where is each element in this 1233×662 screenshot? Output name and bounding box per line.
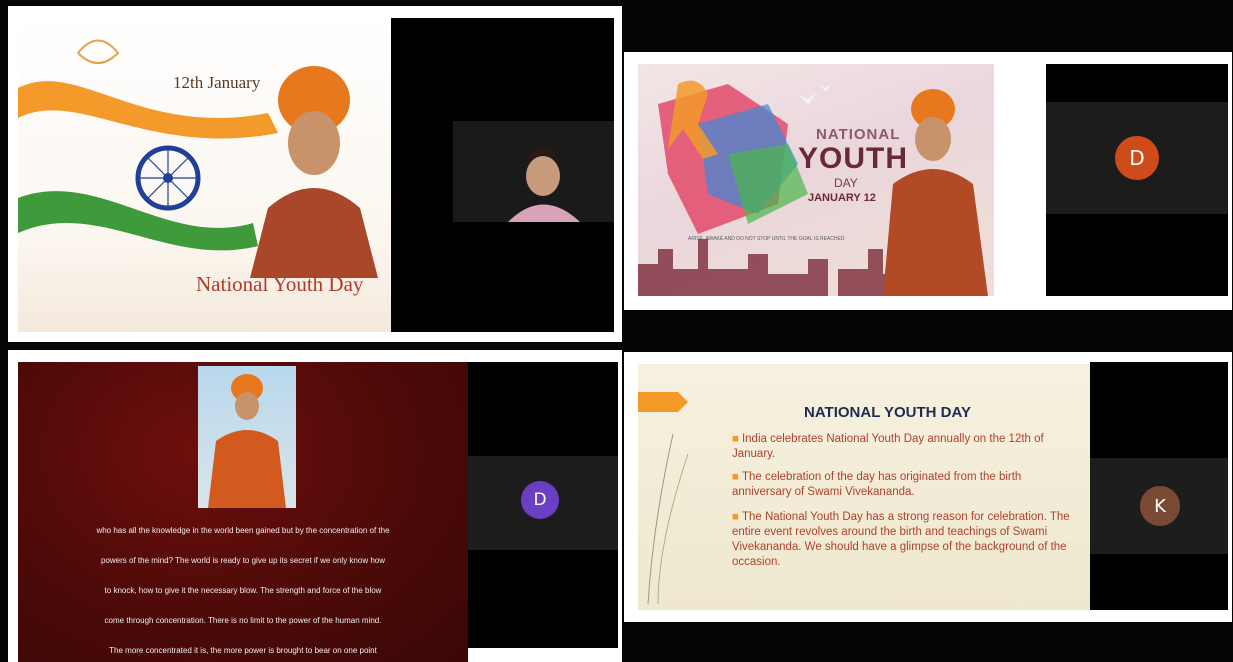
meeting-panel-3: who has all the knowledge in the world b… xyxy=(8,350,622,662)
poster-artwork xyxy=(638,80,988,296)
participant-area xyxy=(391,18,614,332)
portrait-vivekananda xyxy=(883,89,988,296)
poster-national-text: NATIONAL xyxy=(816,126,901,143)
bullet-2: ■ The celebration of the day has originat… xyxy=(732,471,1022,498)
shared-slide-youth-day-poster: NATIONAL YOUTH DAY JANUARY 12 ARISE, AWA… xyxy=(638,64,994,296)
participant-area: K xyxy=(1090,362,1228,610)
participant-tile[interactable]: D xyxy=(1046,102,1228,214)
quote-line-5: The more concentrated it is, the more po… xyxy=(109,646,377,655)
poster-date-text: JANUARY 12 xyxy=(808,192,876,204)
participant-video-tile[interactable] xyxy=(453,121,614,222)
shared-slide-quote: who has all the knowledge in the world b… xyxy=(18,362,468,662)
slide-date: 12th January xyxy=(173,73,261,92)
poster-day-text: DAY xyxy=(834,176,858,190)
quote-line-1: who has all the knowledge in the world b… xyxy=(96,526,390,535)
quote-line-4: come through concentration. There is no … xyxy=(104,616,382,625)
bullet-1: ■ India celebrates National Youth Day ann… xyxy=(732,433,1044,460)
quote-line-3: to knock, how to give it the necessary b… xyxy=(104,586,382,595)
shared-slide-national-youth-day: 12th January National Youth Day xyxy=(18,18,391,332)
poster-youth-text: YOUTH xyxy=(798,142,908,175)
bullet-3: ■ The National Youth Day has a strong rea… xyxy=(732,511,1070,568)
participant-avatar: K xyxy=(1140,486,1180,526)
participant-avatar: D xyxy=(1115,136,1159,180)
photo-vivekananda xyxy=(198,366,296,508)
participant-area: D xyxy=(468,362,618,648)
participant-tile[interactable]: K xyxy=(1090,458,1228,554)
slide-decoration xyxy=(638,392,689,605)
meeting-panel-1: 12th January National Youth Day xyxy=(8,6,622,342)
participant-area: D xyxy=(1046,64,1228,296)
meeting-panel-4: NATIONAL YOUTH DAY ■ India celebrates Nat… xyxy=(624,352,1232,622)
poster-tagline: ARISE, AWAKE AND DO NOT STOP UNTIL THE G… xyxy=(688,236,845,242)
meeting-panel-2: NATIONAL YOUTH DAY JANUARY 12 ARISE, AWA… xyxy=(624,52,1232,310)
participant-tile[interactable]: D xyxy=(468,456,618,550)
quote-line-2: powers of the mind? The world is ready t… xyxy=(101,556,385,565)
slide-title: NATIONAL YOUTH DAY xyxy=(804,404,971,421)
participant-video-feed xyxy=(508,146,580,222)
slide-title: National Youth Day xyxy=(196,272,364,296)
participant-avatar: D xyxy=(521,481,559,519)
portrait-vivekananda xyxy=(250,66,378,278)
shared-slide-bullets: NATIONAL YOUTH DAY ■ India celebrates Nat… xyxy=(638,364,1090,610)
